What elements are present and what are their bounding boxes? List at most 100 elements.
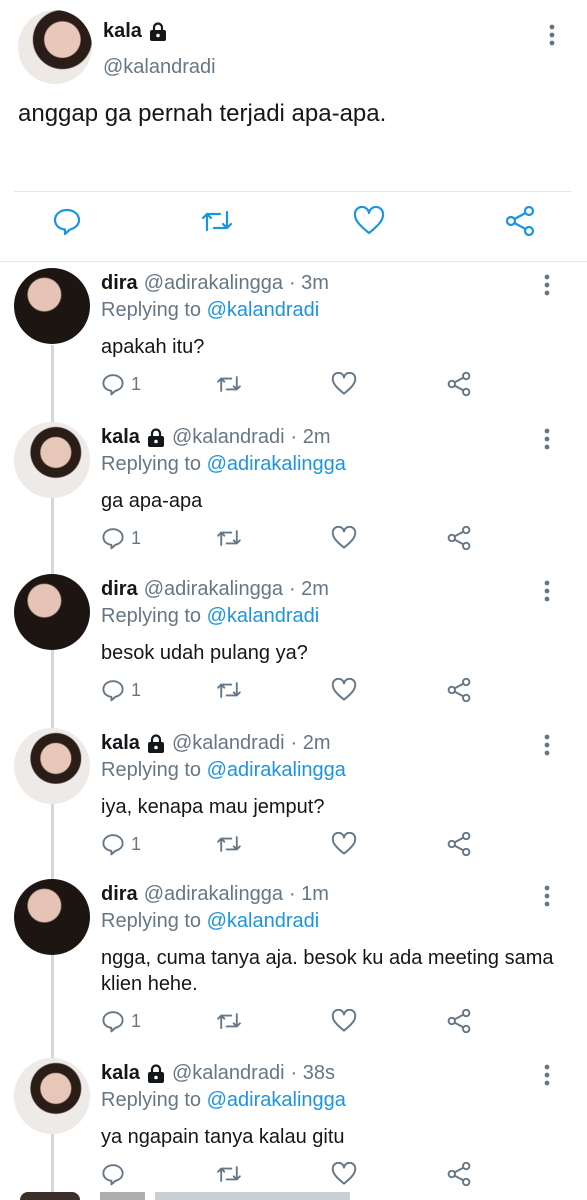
reply-time: · 2m [290, 426, 331, 448]
share-icon[interactable] [447, 372, 471, 396]
divider [14, 191, 571, 192]
tweet-text: anggap ga pernah terjadi apa-apa. [18, 100, 387, 127]
mention-link[interactable]: @adirakalingga [207, 1089, 346, 1111]
reply-header: dira @adirakalingga · 3m [101, 272, 329, 295]
retweet-icon[interactable] [215, 526, 243, 550]
lock-icon [149, 21, 166, 41]
mention-link[interactable]: @kalandradi [207, 299, 320, 321]
reply-author-name[interactable]: dira [101, 272, 138, 295]
reply-count: 1 [131, 679, 142, 700]
share-icon[interactable] [505, 206, 535, 236]
divider [0, 261, 587, 262]
share-icon[interactable] [447, 1162, 471, 1186]
reply-button[interactable] [101, 1162, 131, 1186]
reply-author-name[interactable]: dira [101, 883, 138, 906]
reply-author-handle[interactable]: @kalandradi [172, 732, 285, 755]
reply-time: · 1m [288, 883, 329, 905]
reply-button[interactable]: 1 [101, 526, 141, 550]
heart-icon[interactable] [331, 1162, 357, 1186]
reply-author-handle[interactable]: @kalandradi [172, 426, 285, 449]
share-icon[interactable] [447, 1009, 471, 1033]
retweet-icon[interactable] [215, 678, 243, 702]
reply-button[interactable]: 1 [101, 678, 141, 702]
more-vertical-icon[interactable] [543, 885, 551, 907]
more-vertical-icon[interactable] [543, 274, 551, 296]
retweet-icon[interactable] [215, 372, 243, 396]
avatar [20, 1192, 80, 1200]
avatar[interactable] [14, 1058, 90, 1134]
reply-button[interactable]: 1 [101, 372, 141, 396]
avatar[interactable] [14, 574, 90, 650]
reply-actions [0, 1162, 587, 1192]
avatar[interactable] [14, 728, 90, 804]
mention-link[interactable]: @kalandradi [207, 605, 320, 627]
reply-time: · 2m [288, 578, 329, 600]
retweet-icon[interactable] [215, 1162, 243, 1186]
retweet-icon[interactable] [215, 832, 243, 856]
heart-icon[interactable] [331, 832, 357, 856]
reply-text: besok udah pulang ya? [101, 642, 308, 664]
reply-icon[interactable] [52, 206, 82, 236]
avatar[interactable] [14, 422, 90, 498]
reply-author-name[interactable]: kala [101, 732, 140, 755]
main-tweet: kala @kalandradi anggap ga pernah terjad… [0, 0, 587, 262]
heart-icon[interactable] [353, 206, 385, 236]
reply-button[interactable]: 1 [101, 832, 141, 856]
mention-link[interactable]: @adirakalingga [207, 759, 346, 781]
reply-count: 1 [131, 373, 142, 394]
reply-author-handle[interactable]: @adirakalingga [144, 272, 283, 295]
more-vertical-icon[interactable] [543, 734, 551, 756]
heart-icon[interactable] [331, 526, 357, 550]
reply-author-name[interactable]: kala [101, 1062, 140, 1085]
more-vertical-icon[interactable] [548, 24, 556, 46]
reply-time: · 38s [290, 1062, 335, 1084]
tweet-actions [0, 206, 587, 246]
reply-author-name[interactable]: kala [101, 426, 140, 449]
reply-text: ya ngapain tanya kalau gitu [101, 1126, 345, 1148]
avatar[interactable] [14, 268, 90, 344]
author-handle[interactable]: @kalandradi [103, 56, 216, 79]
replying-prefix: Replying to [101, 605, 202, 627]
retweet-icon[interactable] [215, 1009, 243, 1033]
replying-to: Replying to @kalandradi [101, 605, 319, 628]
more-vertical-icon[interactable] [543, 1064, 551, 1086]
reply-actions: 1 [0, 1009, 587, 1039]
replying-prefix: Replying to [101, 453, 202, 475]
reply-header: kala @kalandradi · 38s [101, 1062, 335, 1085]
replying-prefix: Replying to [101, 910, 202, 932]
cut-off-reply-header [100, 1192, 350, 1200]
reply-actions: 1 [0, 372, 587, 402]
reply-header: dira @adirakalingga · 2m [101, 578, 329, 601]
author-name[interactable]: kala [103, 20, 168, 43]
replying-to: Replying to @adirakalingga [101, 453, 346, 476]
reply-actions: 1 [0, 526, 587, 556]
reply-author-handle[interactable]: @adirakalingga [144, 883, 283, 906]
share-icon[interactable] [447, 678, 471, 702]
reply-text: iya, kenapa mau jemput? [101, 796, 325, 818]
heart-icon[interactable] [331, 1009, 357, 1033]
reply-author-handle[interactable]: @kalandradi [172, 1062, 285, 1085]
reply-icon [102, 1164, 124, 1186]
heart-icon[interactable] [331, 678, 357, 702]
replying-to: Replying to @kalandradi [101, 910, 319, 933]
reply-actions: 1 [0, 832, 587, 862]
reply-text: ngga, cuma tanya aja. besok ku ada meeti… [101, 947, 554, 995]
reply-author-handle[interactable]: @adirakalingga [144, 578, 283, 601]
avatar[interactable] [18, 10, 92, 84]
reply-button[interactable]: 1 [101, 1009, 141, 1033]
share-icon[interactable] [447, 832, 471, 856]
mention-link[interactable]: @adirakalingga [207, 453, 346, 475]
reply-count: 1 [131, 527, 142, 548]
more-vertical-icon[interactable] [543, 580, 551, 602]
reply-author-name[interactable]: dira [101, 578, 138, 601]
heart-icon[interactable] [331, 372, 357, 396]
share-icon[interactable] [447, 526, 471, 550]
avatar[interactable] [14, 879, 90, 955]
reply-icon [102, 528, 124, 550]
reply-time: · 2m [290, 732, 331, 754]
mention-link[interactable]: @kalandradi [207, 910, 320, 932]
reply-icon [102, 1011, 124, 1033]
replying-to: Replying to @kalandradi [101, 299, 319, 322]
more-vertical-icon[interactable] [543, 428, 551, 450]
retweet-icon[interactable] [199, 206, 235, 236]
